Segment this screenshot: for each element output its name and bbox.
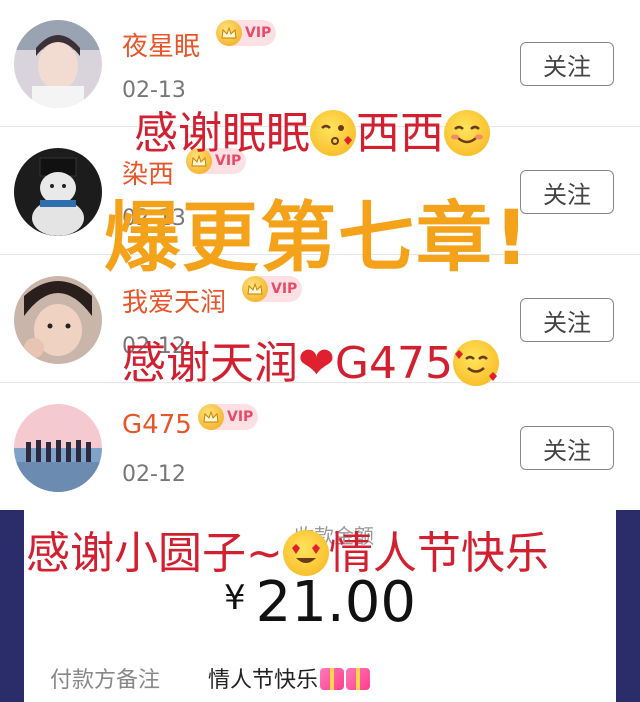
list-item[interactable]: 夜星眠 VIP 02-13 关注 [0, 0, 640, 127]
avatar[interactable] [14, 276, 102, 364]
caption-update: 爆更第七章! [104, 193, 531, 282]
caption-text: 情人节快乐 [328, 528, 549, 579]
caption-text: 感谢眠眠 [134, 108, 310, 159]
gift-heart-icon [320, 668, 345, 690]
vip-badge: VIP [216, 20, 276, 46]
caption-text: 感谢小圆子~ [26, 528, 283, 579]
follow-button[interactable]: 关注 [520, 170, 614, 214]
crown-icon [198, 404, 224, 430]
vip-label: VIP [227, 409, 254, 425]
remark-label: 付款方备注 [50, 668, 161, 693]
vip-badge: VIP [198, 404, 258, 430]
payment-amount: ¥21.00 [224, 570, 416, 635]
remark-value: 情人节快乐 [208, 662, 371, 694]
heart-eyes-face-icon [282, 530, 329, 576]
smiling-face-with-hearts-icon [452, 340, 499, 386]
smiling-face-icon [444, 110, 490, 156]
date: 02-13 [122, 78, 186, 103]
vip-label: VIP [271, 281, 298, 297]
caption-thanks-1: 感谢眠眠 西西 [134, 110, 490, 156]
caption-thanks-2: 感谢天润❤G475 [122, 340, 499, 386]
kiss-face-icon [310, 110, 356, 156]
username[interactable]: 我爱天润 [122, 282, 226, 319]
amount-value: 21.00 [255, 570, 416, 635]
list-item[interactable]: G475 VIP 02-12 关注 [0, 384, 640, 511]
follow-button[interactable]: 关注 [520, 42, 614, 86]
gift-heart-icon [346, 668, 371, 690]
avatar[interactable] [14, 148, 102, 236]
date: 02-12 [122, 462, 186, 487]
avatar[interactable] [14, 404, 102, 492]
remark-text: 情人节快乐 [208, 668, 319, 693]
username[interactable]: G475 [122, 410, 192, 440]
username[interactable]: 染西 [122, 154, 174, 191]
follow-button[interactable]: 关注 [520, 298, 614, 342]
caption-thanks-3: 感谢小圆子~ 情人节快乐 [26, 530, 549, 576]
heart-icon: ❤ [298, 338, 335, 389]
caption-text: G475 [334, 338, 453, 389]
vip-label: VIP [245, 25, 272, 41]
avatar[interactable] [14, 20, 102, 108]
caption-text: 感谢天润 [122, 338, 298, 389]
caption-text: 西西 [356, 108, 444, 159]
crown-icon [216, 20, 242, 46]
currency-symbol: ¥ [224, 578, 246, 618]
username[interactable]: 夜星眠 [122, 26, 200, 63]
follow-button[interactable]: 关注 [520, 426, 614, 470]
